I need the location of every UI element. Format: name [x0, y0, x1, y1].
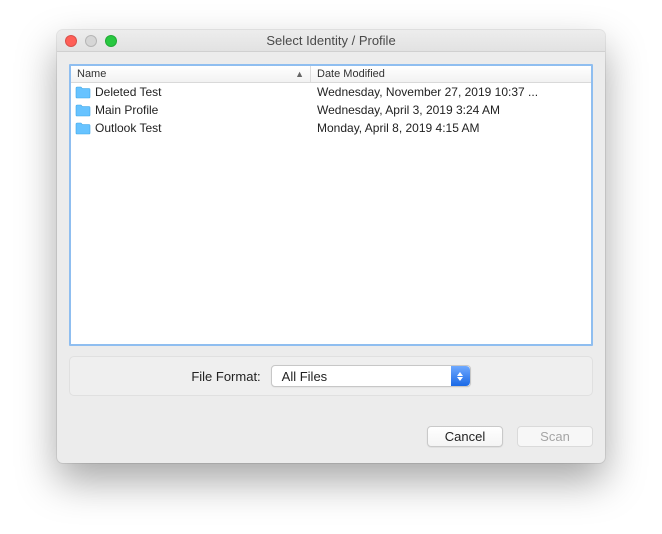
column-header-date-label: Date Modified [317, 68, 385, 80]
column-header-name[interactable]: Name ▲ [71, 66, 311, 82]
table-row[interactable]: Outlook Test Monday, April 8, 2019 4:15 … [71, 119, 591, 137]
file-date: Wednesday, April 3, 2019 3:24 AM [311, 103, 591, 117]
file-name: Deleted Test [95, 85, 162, 99]
column-headers: Name ▲ Date Modified [71, 66, 591, 83]
file-format-label: File Format: [191, 369, 260, 384]
close-icon[interactable] [65, 35, 77, 47]
folder-icon [75, 86, 91, 99]
traffic-lights [65, 35, 117, 47]
column-header-date[interactable]: Date Modified [311, 66, 591, 82]
file-format-row: File Format: All Files [69, 356, 593, 396]
dialog-window: Select Identity / Profile Name ▲ Date Mo… [57, 30, 605, 463]
table-row[interactable]: Main Profile Wednesday, April 3, 2019 3:… [71, 101, 591, 119]
window-title: Select Identity / Profile [57, 33, 605, 48]
rows-container: Deleted Test Wednesday, November 27, 201… [71, 83, 591, 344]
folder-icon [75, 122, 91, 135]
file-name: Outlook Test [95, 121, 161, 135]
minimize-icon [85, 35, 97, 47]
cancel-button-label: Cancel [445, 429, 485, 444]
scan-button-label: Scan [540, 429, 570, 444]
column-header-name-label: Name [77, 68, 106, 80]
folder-icon [75, 104, 91, 117]
file-date: Monday, April 8, 2019 4:15 AM [311, 121, 591, 135]
zoom-icon[interactable] [105, 35, 117, 47]
cancel-button[interactable]: Cancel [427, 426, 503, 447]
body-area: Name ▲ Date Modified Deleted Test Wednes… [57, 52, 605, 408]
sort-ascending-icon: ▲ [295, 69, 304, 79]
dropdown-stepper-icon [451, 366, 470, 386]
file-date: Wednesday, November 27, 2019 10:37 ... [311, 85, 591, 99]
table-row[interactable]: Deleted Test Wednesday, November 27, 201… [71, 83, 591, 101]
file-list[interactable]: Name ▲ Date Modified Deleted Test Wednes… [69, 64, 593, 346]
file-name: Main Profile [95, 103, 158, 117]
scan-button: Scan [517, 426, 593, 447]
file-format-value: All Files [272, 369, 328, 384]
file-format-dropdown[interactable]: All Files [271, 365, 471, 387]
button-row: Cancel Scan [57, 408, 605, 463]
titlebar: Select Identity / Profile [57, 30, 605, 52]
